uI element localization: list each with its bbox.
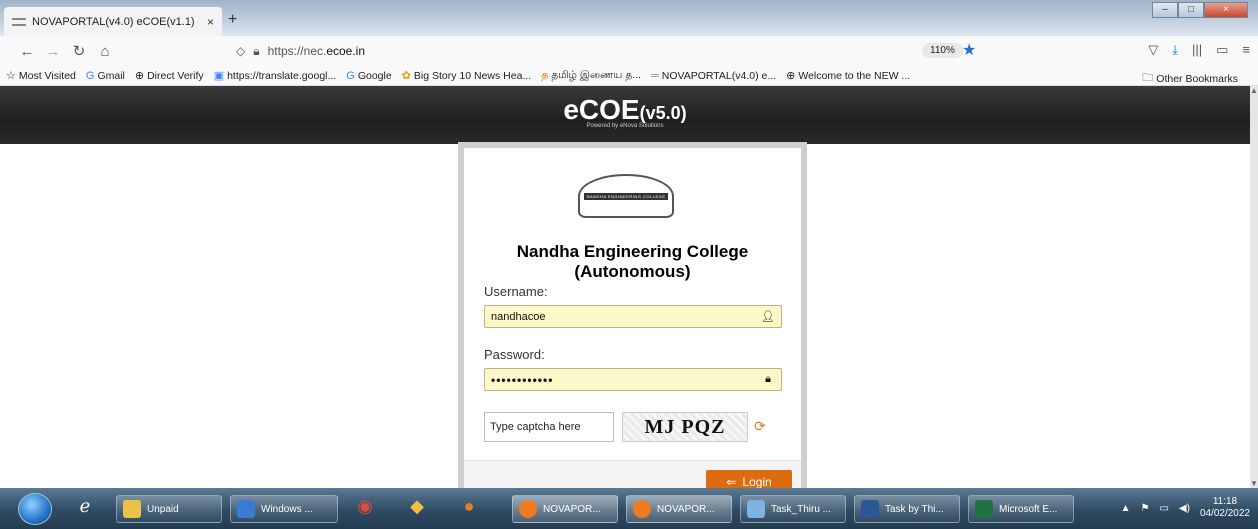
browser-tab-active[interactable]: NOVAPORTAL(v4.0) eCOE(v1.1) ×	[4, 7, 222, 36]
username-value: nandhacoe	[491, 310, 546, 323]
paint-icon[interactable]: ◆	[404, 496, 430, 520]
toolbar-icons: ▽ ⤓ ||| ▭ ≡	[1148, 42, 1250, 58]
chrome-icon[interactable]: ◉	[352, 496, 378, 520]
login-card: NANDHA ENGINEERING COLLEGE Nandha Engine…	[458, 142, 807, 488]
new-tab-button[interactable]: +	[228, 11, 237, 29]
browser-titlebar: NOVAPORTAL(v4.0) eCOE(v1.1) × + – □ ×	[0, 0, 1258, 36]
brand-title: eCOE(v5.0)	[563, 94, 687, 125]
user-icon: 👤︎	[761, 311, 775, 323]
lock-icon[interactable]: 🔒︎	[253, 44, 259, 59]
shield-icon[interactable]: ◇	[236, 44, 245, 58]
username-label: Username:	[484, 284, 548, 299]
google-icon: G	[85, 69, 95, 82]
forward-arrow-icon[interactable]: →	[40, 43, 66, 60]
sticky-notes-icon	[747, 500, 765, 518]
lock-icon: 🔒︎	[765, 373, 771, 385]
globe-icon: ⊕	[134, 70, 145, 82]
taskbar-item-novaportal-1[interactable]: NOVAPOR...	[512, 495, 618, 523]
firefox-icon	[633, 500, 651, 518]
download-icon[interactable]: ⤓	[1172, 42, 1178, 58]
tab-title: NOVAPORTAL(v4.0) eCOE(v1.1)	[32, 15, 195, 28]
password-label: Password:	[484, 347, 545, 362]
zoom-badge[interactable]: 110%	[922, 43, 963, 58]
novaportal-icon: ═	[650, 69, 659, 82]
menu-icon[interactable]: ≡	[1242, 42, 1250, 58]
sidebar-icon[interactable]: ▭	[1216, 42, 1228, 58]
reload-icon[interactable]: ↻	[66, 42, 92, 60]
scroll-up-icon[interactable]: ▲	[1250, 86, 1258, 95]
excel-icon	[975, 500, 993, 518]
firefox-icon	[519, 500, 537, 518]
globe-icon: ⊕	[786, 70, 796, 82]
word-icon	[861, 500, 879, 518]
bookmark-direct-verify[interactable]: ⊕ Direct Verify	[134, 69, 204, 83]
novaportal-tab-icon	[12, 17, 26, 26]
pocket-icon[interactable]: ▽	[1148, 42, 1158, 58]
system-tray: ▲ ⚑ ▭ ◀) 11:18 04/02/2022	[1121, 496, 1250, 520]
volume-icon[interactable]: ◀)	[1179, 503, 1190, 514]
home-icon[interactable]: ⌂	[92, 43, 118, 60]
folder-icon	[123, 500, 141, 518]
taskbar-item-word[interactable]: Task by Thi...	[854, 495, 960, 523]
browser-navbar: ← → ↻ ⌂ ◇ 🔒︎ https://nec.ecoe.in 110% ★ …	[0, 36, 1258, 66]
refresh-captcha-icon[interactable]: ⟳	[754, 418, 766, 435]
tamil-icon: த	[541, 68, 549, 81]
taskbar-item-task-thiru[interactable]: Task_Thiru ...	[740, 495, 846, 523]
taskbar-item-excel[interactable]: Microsoft E...	[968, 495, 1074, 523]
taskbar-item-windows[interactable]: Windows ...	[230, 495, 338, 523]
bookmark-big-story[interactable]: ✿ Big Story 10 News Hea...	[401, 69, 532, 83]
bookmark-google[interactable]: G Google	[346, 70, 391, 82]
ie-icon[interactable]: ℯ	[72, 496, 98, 520]
captcha-image: MJ PQZ	[622, 412, 748, 442]
username-field[interactable]: nandhacoe 👤︎	[484, 305, 782, 328]
window-controls: – □ ×	[1152, 2, 1248, 18]
flag-icon[interactable]: ⚑	[1140, 503, 1149, 514]
password-field[interactable]: •••••••••••• 🔒︎	[484, 368, 782, 391]
login-button[interactable]: ⇐ Login	[706, 470, 792, 488]
media-icon	[237, 500, 255, 518]
bookmark-most-visited[interactable]: ☆ Most Visited	[6, 69, 76, 83]
scroll-down-icon[interactable]: ▼	[1250, 479, 1258, 488]
page-content: eCOE(v5.0) Powered by eNova Solutions ▲ …	[0, 86, 1258, 488]
bookmark-gmail[interactable]: G Gmail	[86, 70, 125, 82]
login-label: Login	[742, 475, 772, 488]
windows-taskbar: ℯ Unpaid Windows ... ◉ ◆ ● NOVAPOR... NO…	[0, 488, 1258, 529]
url-bar[interactable]: ◇ 🔒︎ https://nec.ecoe.in	[236, 40, 1006, 62]
firefox-icon[interactable]: ●	[456, 496, 482, 520]
tab-close-icon[interactable]: ×	[207, 15, 214, 29]
google-icon: G	[346, 69, 355, 82]
bookmark-welcome[interactable]: ⊕ Welcome to the NEW ...	[786, 69, 910, 83]
captcha-input[interactable]: Type captcha here	[484, 412, 614, 442]
back-arrow-icon[interactable]: ←	[14, 43, 40, 60]
powered-by: Powered by eNova Solutions	[586, 123, 664, 129]
college-name: Nandha Engineering College (Autonomous)	[516, 242, 749, 281]
college-logo: NANDHA ENGINEERING COLLEGE	[578, 174, 674, 218]
bookmarks-bar: ☆ Most Visited G Gmail ⊕ Direct Verify ▣ htt…	[0, 66, 1258, 86]
news-icon: ✿	[401, 70, 411, 82]
close-window-button[interactable]: ×	[1204, 2, 1248, 18]
password-value: ••••••••••••	[491, 372, 554, 387]
clock[interactable]: 11:18 04/02/2022	[1200, 496, 1250, 520]
translate-icon: ▣	[213, 70, 225, 82]
network-icon[interactable]: ▭	[1159, 503, 1168, 514]
taskbar-item-novaportal-2[interactable]: NOVAPOR...	[626, 495, 732, 523]
bookmark-novaportal[interactable]: ═ NOVAPORTAL(v4.0) e...	[651, 70, 776, 82]
login-arrow-icon: ⇐	[726, 475, 737, 488]
site-header: eCOE(v5.0) Powered by eNova Solutions	[0, 86, 1250, 144]
maximize-button[interactable]: □	[1178, 2, 1204, 18]
star-icon: ☆	[6, 70, 16, 82]
bookmark-translate[interactable]: ▣ https://translate.googl...	[213, 69, 337, 83]
bookmark-star-icon[interactable]: ★	[962, 40, 976, 60]
page-scrollbar[interactable]: ▲ ▼	[1250, 86, 1258, 488]
tray-expand-icon[interactable]: ▲	[1121, 503, 1131, 514]
minimize-button[interactable]: –	[1152, 2, 1178, 18]
bookmark-tamil[interactable]: த தமிழ் இணைய த...	[541, 69, 641, 83]
taskbar-item-unpaid[interactable]: Unpaid	[116, 495, 222, 523]
start-button[interactable]	[18, 493, 52, 525]
library-icon[interactable]: |||	[1192, 42, 1202, 58]
logo-band: NANDHA ENGINEERING COLLEGE	[583, 192, 669, 200]
url-text: https://nec.ecoe.in	[267, 44, 366, 58]
